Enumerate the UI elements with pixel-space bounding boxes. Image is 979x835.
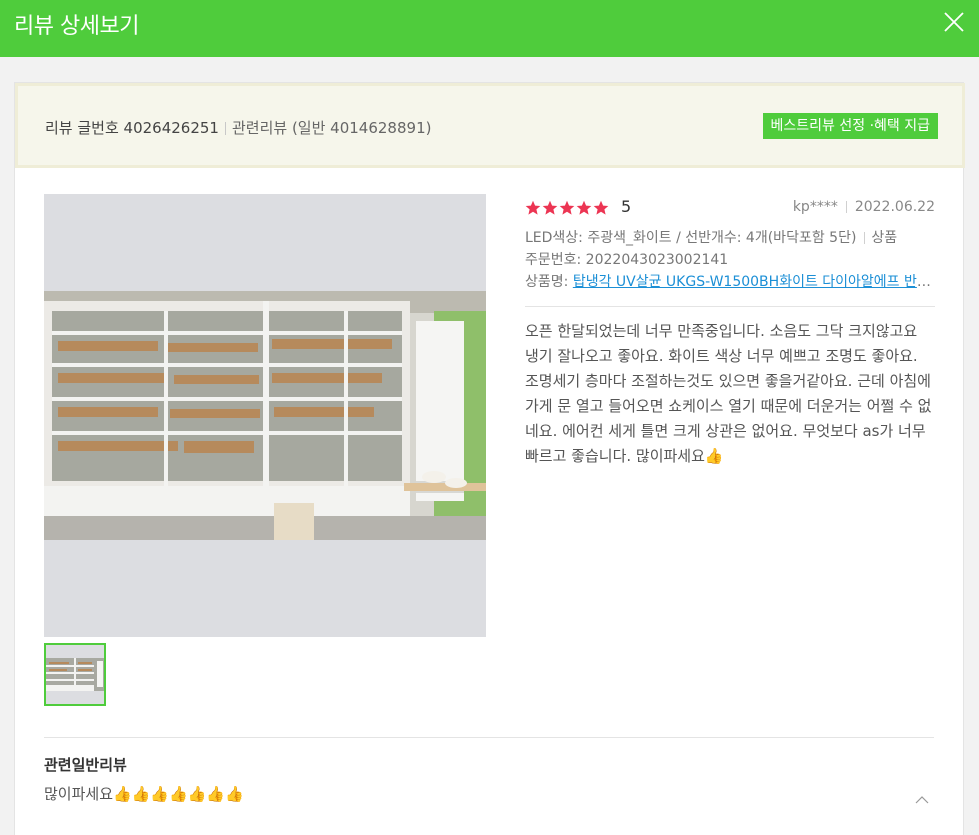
product-link[interactable]: 탑냉각 UV살균 UKGS-W1500BH화이트 다이아알에프 반찬냉장고 — [573, 274, 935, 290]
divider — [525, 306, 935, 307]
review-info-text: 리뷰 글번호 4026426251 관련리뷰 (일반 4014628891) — [45, 117, 431, 138]
best-review-button[interactable]: 베스트리뷰 선정 ·혜택 지급 — [762, 113, 938, 139]
divider — [224, 122, 226, 135]
order-number: 주문번호: 2022043023002141 — [525, 252, 729, 268]
product-option: LED색상: 주광색_화이트 / 선반개수: 4개(바닥포함 5단) 상품 — [525, 227, 935, 249]
chevron-up-icon[interactable] — [915, 790, 929, 804]
modal-title: 리뷰 상세보기 — [14, 14, 139, 39]
star-icon — [559, 200, 575, 215]
review-detail: 5 kp**** 2022.06.22 LED색상: 주광색_화이트 / 선반개수… — [525, 197, 935, 469]
reviewer-id: kp**** — [792, 199, 838, 215]
review-image-thumbnail[interactable] — [44, 643, 106, 706]
option-text: LED색상: 주광색_화이트 / 선반개수: 4개(바닥포함 5단) — [525, 230, 857, 246]
option-tail: 상품 — [871, 230, 898, 246]
star-icon — [542, 200, 558, 215]
star-icon — [593, 200, 609, 215]
rating-row: 5 kp**** 2022.06.22 — [525, 197, 935, 221]
close-icon[interactable] — [943, 11, 965, 33]
review-photo — [44, 291, 486, 540]
related-review-count: 관련리뷰 (일반 4014628891) — [231, 119, 432, 137]
review-panel: 리뷰 글번호 4026426251 관련리뷰 (일반 4014628891) 베스… — [14, 82, 965, 835]
review-text: 오픈 한달되었는데 너무 만족중입니다. 소음도 그닥 크지않고요 냉기 잘나오… — [525, 322, 932, 465]
divider — [845, 201, 847, 213]
review-meta: kp**** 2022.06.22 — [793, 199, 935, 215]
product-label: 상품명: — [525, 274, 573, 290]
divider — [864, 232, 866, 244]
review-date: 2022.06.22 — [854, 199, 935, 215]
divider — [44, 737, 934, 738]
related-review-title: 관련일반리뷰 — [44, 756, 127, 774]
product-name-line: 상품명: 탑냉각 UV살균 UKGS-W1500BH화이트 다이아알에프 반찬냉… — [525, 271, 935, 293]
rating-score: 5 — [621, 197, 632, 216]
related-review-text[interactable]: 많이파세요👍👍👍👍👍👍👍 — [44, 783, 244, 804]
review-info-bar: 리뷰 글번호 4026426251 관련리뷰 (일반 4014628891) 베스… — [15, 83, 965, 168]
star-rating — [525, 200, 610, 220]
review-number: 리뷰 글번호 4026426251 — [45, 119, 219, 137]
modal-header: 리뷰 상세보기 — [0, 0, 979, 57]
review-image-viewer[interactable] — [44, 194, 486, 637]
star-icon — [525, 200, 541, 215]
star-icon — [576, 200, 592, 215]
